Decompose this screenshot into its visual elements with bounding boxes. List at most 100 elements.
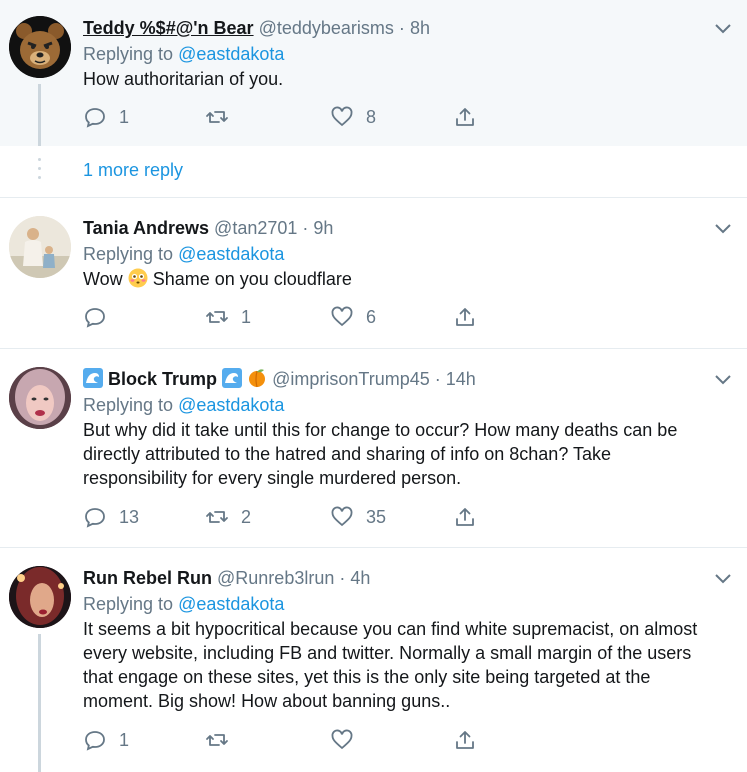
thread-dots	[38, 158, 41, 185]
user-photo-icon	[9, 216, 71, 278]
like-button[interactable]: 8	[330, 103, 376, 131]
reply-icon	[85, 731, 105, 751]
avatar[interactable]	[9, 566, 71, 628]
separator-dot: ·	[302, 218, 309, 238]
username[interactable]: @tan2701	[214, 218, 297, 238]
show-more-replies-link[interactable]: 1 more reply	[83, 160, 183, 181]
like-button[interactable]	[330, 726, 366, 754]
like-count: 35	[366, 506, 387, 527]
share-icon	[456, 308, 474, 326]
tweet-header: Tania Andrews @tan2701 · 9h	[83, 216, 707, 240]
like-button[interactable]: 35	[330, 503, 386, 531]
retweet-button[interactable]: 1	[205, 303, 251, 331]
chevron-down-icon[interactable]	[713, 218, 733, 238]
tweet-text: It seems a bit hypocritical because you …	[83, 619, 698, 711]
replying-to: Replying to @eastdakota	[83, 392, 707, 418]
share-icon	[456, 508, 474, 526]
retweet-icon	[206, 111, 228, 123]
tweet-text: But why did it take until this for chang…	[83, 420, 678, 488]
username[interactable]: @teddybearisms	[259, 18, 394, 38]
tweet-header: Block Trump @imprisonTrump45 · 14h	[83, 367, 707, 391]
separator-dot: ·	[339, 568, 346, 588]
replying-label: Replying to	[83, 395, 174, 415]
tweet-actions: 1 6	[83, 303, 503, 331]
chevron-down-icon[interactable]	[713, 568, 733, 588]
heart-icon	[331, 106, 353, 127]
mention-link[interactable]: @eastdakota	[178, 44, 284, 64]
replying-to: Replying to @eastdakota	[83, 41, 707, 67]
replying-label: Replying to	[83, 44, 174, 64]
retweet-icon	[206, 311, 228, 323]
timestamp[interactable]: 9h	[313, 218, 333, 238]
tweet-header: Teddy %$#@'n Bear @teddybearisms · 8h	[83, 16, 707, 40]
retweet-count: 1	[241, 306, 252, 327]
share-icon	[456, 731, 474, 749]
retweet-button[interactable]	[205, 103, 241, 131]
replying-label: Replying to	[83, 244, 174, 264]
display-name[interactable]: Run Rebel Run	[83, 568, 212, 588]
like-button[interactable]: 6	[330, 303, 376, 331]
replying-to: Replying to @eastdakota	[83, 241, 707, 267]
flushed-face-emoji-icon	[128, 268, 148, 288]
tweet-text-end: Shame on you cloudflare	[152, 269, 352, 289]
reply-count: 1	[119, 729, 130, 750]
avatar[interactable]	[9, 216, 71, 278]
share-button[interactable]	[453, 303, 477, 331]
replying-to: Replying to @eastdakota	[83, 591, 707, 617]
reply-button[interactable]: 1	[83, 726, 129, 754]
retweet-count: 2	[241, 506, 252, 527]
display-name[interactable]: Teddy %$#@'n Bear	[83, 18, 254, 38]
share-button[interactable]	[453, 726, 477, 754]
reply-button[interactable]: 13	[83, 503, 139, 531]
display-name[interactable]: Tania Andrews	[83, 218, 209, 238]
retweet-button[interactable]	[205, 726, 241, 754]
username[interactable]: @imprisonTrump45	[272, 369, 430, 389]
avatar[interactable]	[9, 367, 71, 429]
timestamp[interactable]: 8h	[410, 18, 430, 38]
heart-icon	[331, 729, 353, 750]
share-button[interactable]	[453, 503, 477, 531]
thread-line	[38, 634, 41, 772]
tweet-text-start: Wow	[83, 269, 123, 289]
retweet-icon	[206, 511, 228, 523]
tweet-3[interactable]: Block Trump @imprisonTrump45 · 14h Reply…	[0, 349, 747, 547]
wave-emoji-icon	[83, 368, 103, 388]
reply-icon	[85, 308, 105, 328]
tweet-1[interactable]: Teddy %$#@'n Bear @teddybearisms · 8h Re…	[0, 0, 747, 146]
reply-icon	[85, 508, 105, 528]
display-name[interactable]: Block Trump	[108, 369, 217, 389]
bear-avatar-icon	[9, 16, 71, 78]
separator-dot: ·	[434, 369, 441, 389]
share-icon	[456, 108, 474, 126]
tweet-2[interactable]: Tania Andrews @tan2701 · 9h Replying to …	[0, 198, 747, 348]
reply-button[interactable]	[83, 303, 119, 331]
avatar[interactable]	[9, 16, 71, 78]
tweet-text: How authoritarian of you.	[83, 69, 284, 89]
reply-button[interactable]: 1	[83, 103, 129, 131]
tweet-actions: 13 2 35	[83, 503, 503, 531]
mention-link[interactable]: @eastdakota	[178, 244, 284, 264]
tweet-text: Wow Shame on you cloudflare	[83, 267, 707, 291]
username[interactable]: @Runreb3lrun	[217, 568, 334, 588]
reply-count: 13	[119, 506, 140, 527]
like-count: 8	[366, 106, 377, 127]
timestamp[interactable]: 4h	[350, 568, 370, 588]
user-photo-icon	[9, 566, 71, 628]
user-photo-icon	[9, 367, 71, 429]
mention-link[interactable]: @eastdakota	[178, 395, 284, 415]
tweet-4[interactable]: Run Rebel Run @Runreb3lrun · 4h Replying…	[0, 548, 747, 772]
replying-label: Replying to	[83, 594, 174, 614]
chevron-down-icon[interactable]	[713, 18, 733, 38]
like-count: 6	[366, 306, 377, 327]
retweet-button[interactable]: 2	[205, 503, 251, 531]
retweet-icon	[206, 734, 228, 746]
heart-icon	[331, 306, 353, 327]
timestamp[interactable]: 14h	[446, 369, 476, 389]
separator-dot: ·	[398, 18, 405, 38]
peach-emoji-icon	[247, 368, 267, 388]
heart-icon	[331, 506, 353, 527]
share-button[interactable]	[453, 103, 477, 131]
tweet-actions: 1 8	[83, 103, 503, 131]
chevron-down-icon[interactable]	[713, 369, 733, 389]
mention-link[interactable]: @eastdakota	[178, 594, 284, 614]
